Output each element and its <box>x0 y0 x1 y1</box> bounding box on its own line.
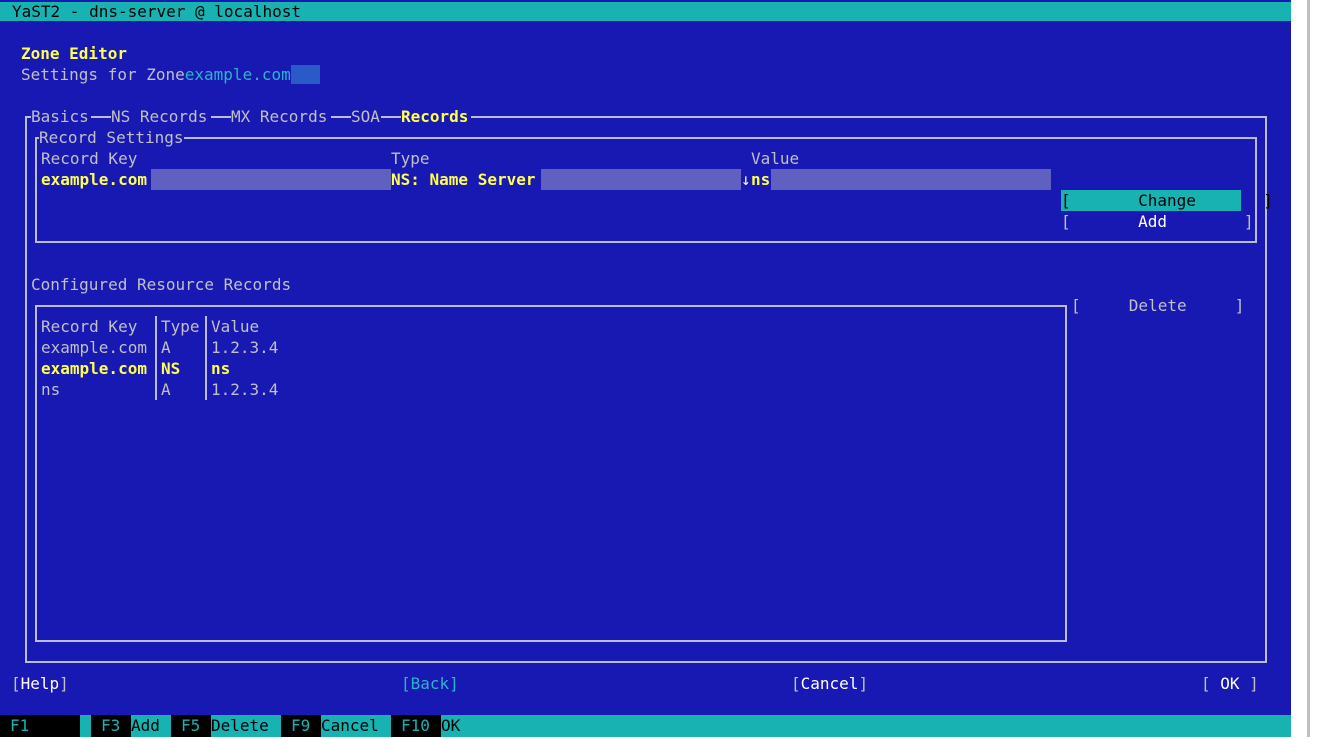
tab-basics[interactable]: Basics <box>31 106 89 127</box>
change-button[interactable]: [ Change ] <box>1061 190 1273 211</box>
fkey-ok-label: OK <box>441 716 461 735</box>
records-table[interactable] <box>35 305 1067 642</box>
column-header-key[interactable]: Record Key <box>41 316 137 337</box>
tab-mx-records[interactable]: MX Records <box>231 106 327 127</box>
record-settings-title: Record Settings <box>39 127 184 148</box>
title-bar: YaST2 - dns-server @ localhost <box>0 2 1291 21</box>
value-field-fill <box>771 169 1051 190</box>
row-type: A <box>161 338 171 357</box>
tab-frame-top-sep-4 <box>381 116 401 118</box>
record-key-input[interactable]: example.com <box>41 169 147 190</box>
records-title: Configured Resource Records <box>31 275 292 294</box>
type-select[interactable]: NS: Name Server <box>391 169 536 190</box>
function-key-bar: F1 Help F3 Add F5 Delete F9 Cancel F10 O… <box>0 715 1291 737</box>
row-value: 1.2.3.4 <box>211 380 279 399</box>
column-header-value[interactable]: Value <box>211 316 259 337</box>
cancel-button[interactable]: [Cancel] <box>791 673 868 694</box>
fkey-cancel[interactable]: F9 <box>281 715 321 737</box>
tab-frame-top-sep-2 <box>211 116 231 118</box>
ok-button[interactable]: [ OK ] <box>1201 673 1259 694</box>
fkey-help-label: Help <box>41 716 80 735</box>
yast-screen: YaST2 - dns-server @ localhost Zone Edit… <box>0 0 1291 737</box>
tab-frame-top-right <box>471 116 1267 118</box>
tab-frame-top-sep-1 <box>91 116 111 118</box>
window-title: YaST2 - dns-server @ localhost <box>12 2 301 21</box>
value-combo-arrow-icon[interactable]: ↓ <box>741 169 751 190</box>
row-type: A <box>161 380 171 399</box>
page-subtitle: Settings for Zoneexample.com <box>21 64 320 85</box>
column-separator <box>205 316 207 400</box>
value-input[interactable]: ns <box>751 169 770 190</box>
row-type: NS <box>161 359 181 378</box>
record-key-label: Record Key <box>41 149 138 168</box>
tab-records[interactable]: Records <box>401 106 468 127</box>
record-key-field-fill <box>151 169 391 190</box>
column-header-type[interactable]: Type <box>161 316 200 337</box>
value-label: Value <box>751 149 800 168</box>
tab-ns-records[interactable]: NS Records <box>111 106 207 127</box>
column-separator <box>155 316 157 400</box>
help-button[interactable]: [Help] <box>11 673 69 694</box>
window-scrollbar[interactable] <box>1307 0 1310 737</box>
fkey-cancel-label: Cancel <box>321 716 379 735</box>
row-key: example.com <box>41 359 147 378</box>
tab-soa[interactable]: SOA <box>351 106 380 127</box>
fkey-delete-label: Delete <box>211 716 269 735</box>
delete-button[interactable]: [ Delete ] <box>1071 295 1244 316</box>
fkey-ok[interactable]: F10 <box>391 715 441 737</box>
row-key: example.com <box>41 338 147 357</box>
page-title: Zone Editor <box>21 44 127 63</box>
subtitle-prefix: Settings for Zone <box>21 65 185 84</box>
back-button[interactable]: [Back] <box>401 673 459 694</box>
type-field-fill <box>541 169 741 190</box>
type-label: Type <box>391 149 430 168</box>
fkey-add[interactable]: F3 <box>91 715 131 737</box>
zone-name: example.com <box>184 65 291 84</box>
row-value: 1.2.3.4 <box>211 338 279 357</box>
fkey-add-label: Add <box>131 716 160 735</box>
fkey-delete[interactable]: F5 <box>171 715 211 737</box>
tab-frame-top-sep-3 <box>331 116 351 118</box>
row-key: ns <box>41 380 61 399</box>
row-value: ns <box>211 359 231 378</box>
add-button[interactable]: [ Add ] <box>1061 211 1254 232</box>
